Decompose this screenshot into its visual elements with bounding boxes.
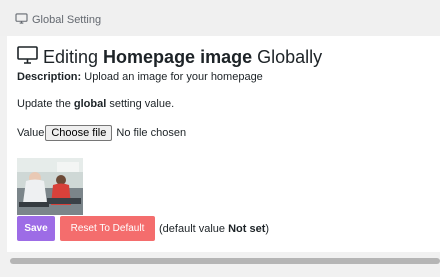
top-bar-title: Global Setting xyxy=(32,14,102,26)
value-field: Value Choose file No file chosen xyxy=(17,125,186,141)
description: Description: Upload an image for your ho… xyxy=(17,71,263,83)
note-value: Not set xyxy=(228,222,266,235)
action-row: Save Reset To Default (default value Not… xyxy=(17,216,269,241)
file-status: No file chosen xyxy=(116,127,187,139)
monitor-icon xyxy=(17,46,38,69)
top-bar: Global Setting xyxy=(0,0,440,36)
description-label: Description: xyxy=(17,71,82,83)
monitor-icon xyxy=(15,13,28,27)
update-scope: global xyxy=(73,98,107,110)
top-bar-title-group: Global Setting xyxy=(15,13,101,27)
title-setting-name: Homepage image xyxy=(103,47,253,67)
update-prefix: Update the xyxy=(17,98,74,110)
page-title: Editing Homepage image Globally xyxy=(17,46,322,69)
settings-card: Editing Homepage image Globally Descript… xyxy=(7,36,440,252)
image-preview xyxy=(17,158,83,215)
title-prefix: Editing xyxy=(43,47,104,67)
choose-file-button[interactable]: Choose file xyxy=(45,125,113,141)
save-button[interactable]: Save xyxy=(17,216,55,241)
update-suffix: setting value. xyxy=(106,98,175,110)
description-text: Upload an image for your homepage xyxy=(81,71,263,83)
default-value-note: (default value Not set) xyxy=(159,223,269,235)
note-prefix: (default value xyxy=(159,222,229,235)
horizontal-scrollbar[interactable] xyxy=(7,256,440,266)
value-label: Value xyxy=(17,127,45,139)
update-instruction: Update the global setting value. xyxy=(17,98,174,110)
scrollbar-thumb[interactable] xyxy=(10,258,440,264)
title-suffix: Globally xyxy=(252,47,323,67)
reset-to-default-button[interactable]: Reset To Default xyxy=(60,216,155,241)
note-suffix: ) xyxy=(265,222,270,235)
